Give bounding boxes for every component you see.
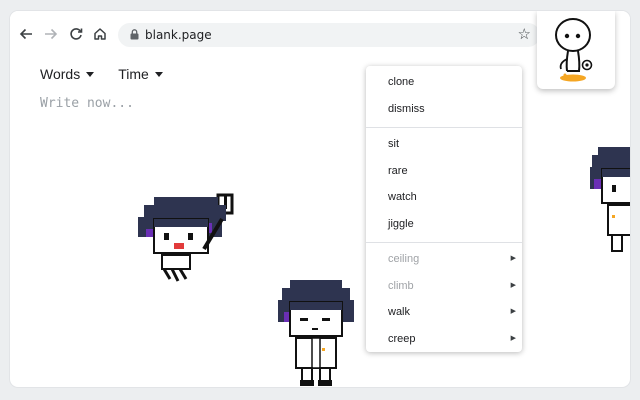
- pixel-character-icon: [590, 147, 630, 252]
- home-button[interactable]: [90, 24, 110, 44]
- back-button[interactable]: [16, 24, 36, 44]
- menu-item-label: jiggle: [388, 217, 414, 230]
- menu-item-label: ceiling: [388, 253, 420, 265]
- menu-item-label: sit: [388, 138, 399, 150]
- extension-popup[interactable]: [537, 11, 615, 89]
- arrow-left-icon: [19, 28, 32, 40]
- context-menu: clone dismiss sit rare watch jiggle ceil…: [366, 66, 522, 352]
- character-sprite-edge[interactable]: [590, 145, 630, 255]
- submenu-arrow-icon: ▶: [510, 308, 516, 315]
- menu-item-label: dismiss: [388, 102, 425, 115]
- forward-button[interactable]: [41, 24, 61, 44]
- menu-item-label: creep: [388, 332, 416, 345]
- menu-item-climb: climb ▶: [366, 274, 522, 301]
- menu-separator: [366, 127, 522, 128]
- submenu-arrow-icon: ▶: [510, 334, 516, 342]
- menu-separator: [366, 242, 522, 243]
- address-bar[interactable]: blank.page ☆: [118, 23, 540, 47]
- menu-item-creep[interactable]: creep ▶: [366, 327, 522, 354]
- character-sprite-waving[interactable]: [134, 191, 246, 289]
- reload-icon: [70, 28, 83, 40]
- editor-placeholder[interactable]: Write now...: [40, 96, 134, 111]
- url-text: blank.page: [145, 28, 212, 42]
- chevron-down-icon: [86, 71, 95, 77]
- menu-words[interactable]: Words: [40, 64, 95, 84]
- character-sprite-standing[interactable]: [276, 278, 356, 387]
- menu-item-jiggle[interactable]: jiggle: [366, 212, 522, 239]
- menu-item-sit[interactable]: sit: [366, 132, 522, 159]
- arrow-right-icon: [45, 28, 58, 40]
- submenu-arrow-icon: ▶: [510, 255, 516, 262]
- pixel-character-icon: [138, 193, 234, 282]
- reload-button[interactable]: [66, 24, 86, 44]
- menu-item-dismiss[interactable]: dismiss: [366, 97, 522, 124]
- star-icon[interactable]: ☆: [518, 26, 531, 44]
- menu-item-label: clone: [388, 76, 415, 88]
- menu-item-label: watch: [388, 191, 417, 203]
- menu-item-label: climb: [388, 279, 414, 292]
- menu-time[interactable]: Time: [118, 64, 163, 84]
- menu-item-watch[interactable]: watch: [366, 185, 522, 212]
- app-menubar: Words Time: [40, 64, 163, 84]
- home-icon: [94, 28, 106, 40]
- chevron-down-icon: [154, 71, 163, 77]
- menu-item-label: walk: [388, 306, 411, 318]
- menu-item-ceiling: ceiling ▶: [366, 247, 522, 274]
- browser-window: blank.page ☆ Words Time Write now... clo…: [10, 11, 630, 387]
- menu-item-rare[interactable]: rare: [366, 159, 522, 186]
- menu-item-clone[interactable]: clone: [366, 70, 522, 97]
- menu-time-label: Time: [118, 66, 149, 82]
- mascot-icon: [555, 18, 593, 82]
- menu-item-walk[interactable]: walk ▶: [366, 300, 522, 327]
- lock-icon: [130, 29, 139, 40]
- pixel-character-icon: [278, 280, 354, 386]
- submenu-arrow-icon: ▶: [510, 281, 516, 289]
- menu-words-label: Words: [40, 66, 81, 82]
- menu-item-label: rare: [388, 164, 408, 177]
